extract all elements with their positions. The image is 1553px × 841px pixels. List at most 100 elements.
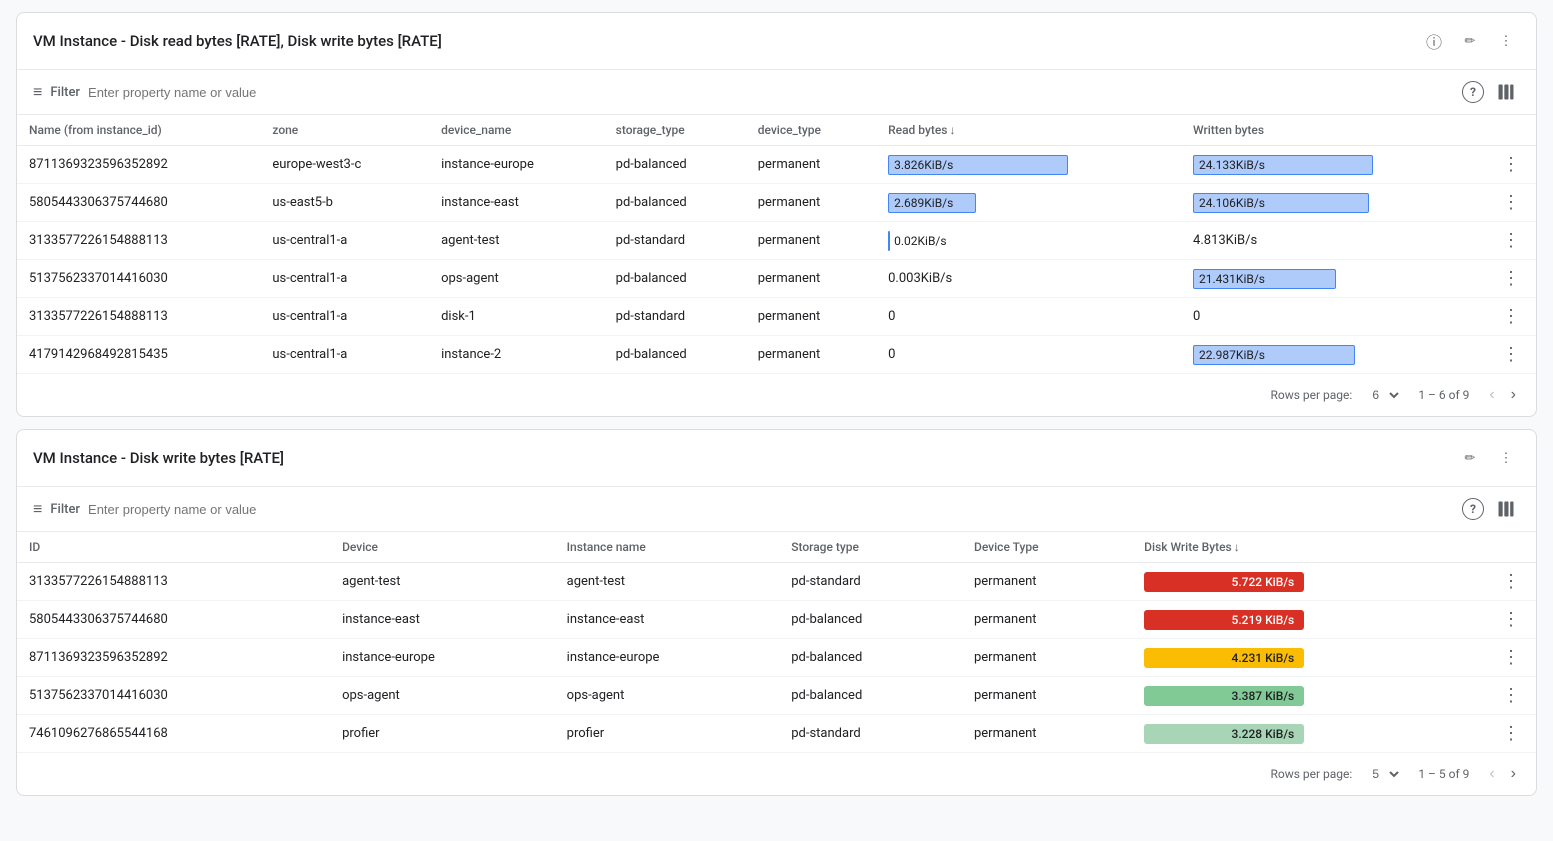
- cell2-disk-write-bytes: 3.228 KiB/s: [1132, 715, 1486, 753]
- cell-written-bytes: 4.813KiB/s: [1181, 222, 1486, 260]
- row-more-icon[interactable]: ⋮: [1498, 190, 1524, 215]
- cell2-more[interactable]: ⋮: [1486, 563, 1536, 601]
- row-more-icon2[interactable]: ⋮: [1498, 721, 1524, 746]
- cell2-more[interactable]: ⋮: [1486, 715, 1536, 753]
- cell-device-name: agent-test: [429, 222, 604, 260]
- row-more-icon2[interactable]: ⋮: [1498, 683, 1524, 708]
- row-more-icon[interactable]: ⋮: [1498, 342, 1524, 367]
- table-row: 7461096276865544168 profier profier pd-s…: [17, 715, 1536, 753]
- cell2-more[interactable]: ⋮: [1486, 677, 1536, 715]
- cell-read-bytes: 0.003KiB/s: [876, 260, 1181, 298]
- cell-device-name: disk-1: [429, 298, 604, 336]
- table-row: 4179142968492815435 us-central1-a instan…: [17, 336, 1536, 374]
- cell-storage-type: pd-standard: [604, 222, 746, 260]
- cell-name: 3133577226154888113: [17, 222, 260, 260]
- cell2-disk-write-bytes: 4.231 KiB/s: [1132, 639, 1486, 677]
- cell2-id: 5137562337014416030: [17, 677, 330, 715]
- row-more-icon[interactable]: ⋮: [1498, 304, 1524, 329]
- more-vert-icon2[interactable]: ⋮: [1492, 444, 1520, 472]
- cell2-device-type: permanent: [962, 677, 1132, 715]
- col-device-name: device_name: [429, 115, 604, 146]
- cell2-device: profier: [330, 715, 555, 753]
- columns-icon[interactable]: [1492, 78, 1520, 106]
- cell-more[interactable]: ⋮: [1486, 260, 1536, 298]
- cell2-instance-name: profier: [555, 715, 780, 753]
- panel2-pagination: Rows per page: 5 10 25 1 – 5 of 9 ‹ ›: [17, 753, 1536, 795]
- cell-written-bytes: 24.133KiB/s: [1181, 146, 1486, 184]
- next-page1[interactable]: ›: [1507, 382, 1520, 408]
- cell2-device-type: permanent: [962, 601, 1132, 639]
- cell-more[interactable]: ⋮: [1486, 222, 1536, 260]
- cell-more[interactable]: ⋮: [1486, 336, 1536, 374]
- panel1-header: VM Instance - Disk read bytes [RATE], Di…: [17, 13, 1536, 70]
- cell-zone: us-central1-a: [260, 260, 429, 298]
- cell-more[interactable]: ⋮: [1486, 184, 1536, 222]
- cell-device-type: permanent: [746, 184, 876, 222]
- cell2-more[interactable]: ⋮: [1486, 639, 1536, 677]
- panel2-filter-bar: ≡ Filter ?: [17, 487, 1536, 532]
- rows-select1[interactable]: 6 10 25: [1368, 387, 1402, 403]
- panel1-filter-bar: ≡ Filter ?: [17, 70, 1536, 115]
- cell2-storage-type: pd-standard: [779, 715, 962, 753]
- col-written-bytes: Written bytes: [1181, 115, 1486, 146]
- edit-icon2[interactable]: ✏: [1456, 444, 1484, 472]
- sort-down-icon: ↓: [949, 123, 955, 137]
- cell2-instance-name: instance-europe: [555, 639, 780, 677]
- cell-name: 3133577226154888113: [17, 298, 260, 336]
- row-more-icon2[interactable]: ⋮: [1498, 645, 1524, 670]
- table-row: 8711369323596352892 instance-europe inst…: [17, 639, 1536, 677]
- filter-input[interactable]: [88, 85, 1454, 100]
- prev-page2[interactable]: ‹: [1485, 761, 1498, 787]
- panel1-thead-row: Name (from instance_id) zone device_name…: [17, 115, 1536, 146]
- rows-per-page-select2[interactable]: 5 10 25: [1368, 766, 1402, 782]
- cell-more[interactable]: ⋮: [1486, 298, 1536, 336]
- cell-read-bytes: 2.689KiB/s: [876, 184, 1181, 222]
- filter-icon2: ≡: [33, 499, 42, 519]
- panel1: VM Instance - Disk read bytes [RATE], Di…: [16, 12, 1537, 417]
- more-vert-icon[interactable]: ⋮: [1492, 27, 1520, 55]
- filter-label: Filter: [50, 85, 80, 100]
- cell2-more[interactable]: ⋮: [1486, 601, 1536, 639]
- filter-input2[interactable]: [88, 502, 1454, 517]
- page-info2: 1 – 5 of 9: [1418, 767, 1469, 781]
- columns-icon2[interactable]: [1492, 495, 1520, 523]
- col2-storage-type: Storage type: [779, 532, 962, 563]
- cell-more[interactable]: ⋮: [1486, 146, 1536, 184]
- cell-read-bytes: 0: [876, 336, 1181, 374]
- cell2-disk-write-bytes: 5.722 KiB/s: [1132, 563, 1486, 601]
- row-more-icon2[interactable]: ⋮: [1498, 607, 1524, 632]
- col-name: Name (from instance_id): [17, 115, 260, 146]
- rows-per-page-select1[interactable]: 6 10 25: [1368, 387, 1402, 403]
- cell-storage-type: pd-standard: [604, 298, 746, 336]
- row-more-icon[interactable]: ⋮: [1498, 228, 1524, 253]
- prev-page1[interactable]: ‹: [1485, 382, 1498, 408]
- cell2-storage-type: pd-standard: [779, 563, 962, 601]
- cell-storage-type: pd-balanced: [604, 260, 746, 298]
- filter-actions: ?: [1462, 78, 1520, 106]
- row-more-icon2[interactable]: ⋮: [1498, 569, 1524, 594]
- col2-device: Device: [330, 532, 555, 563]
- col2-disk-write-bytes[interactable]: Disk Write Bytes ↓: [1132, 532, 1486, 563]
- cell-storage-type: pd-balanced: [604, 184, 746, 222]
- help-icon2[interactable]: ?: [1462, 498, 1484, 520]
- page-nav2: ‹ ›: [1485, 761, 1520, 787]
- filter-actions2: ?: [1462, 495, 1520, 523]
- row-more-icon[interactable]: ⋮: [1498, 152, 1524, 177]
- help-icon[interactable]: ?: [1462, 81, 1484, 103]
- cell-device-type: permanent: [746, 260, 876, 298]
- edit-icon[interactable]: ✏: [1456, 27, 1484, 55]
- cell2-disk-write-bytes: 3.387 KiB/s: [1132, 677, 1486, 715]
- cell-read-bytes: 3.826KiB/s: [876, 146, 1181, 184]
- next-page2[interactable]: ›: [1507, 761, 1520, 787]
- cell-zone: europe-west3-c: [260, 146, 429, 184]
- rows-per-page-label2: Rows per page:: [1270, 767, 1352, 781]
- table-row: 3133577226154888113 agent-test agent-tes…: [17, 563, 1536, 601]
- col-read-bytes[interactable]: Read bytes ↓: [876, 115, 1181, 146]
- cell2-device-type: permanent: [962, 639, 1132, 677]
- info-icon[interactable]: ⓘ: [1420, 27, 1448, 55]
- table-row: 5137562337014416030 us-central1-a ops-ag…: [17, 260, 1536, 298]
- rows-select2[interactable]: 5 10 25: [1368, 766, 1402, 782]
- cell-zone: us-central1-a: [260, 336, 429, 374]
- row-more-icon[interactable]: ⋮: [1498, 266, 1524, 291]
- cell2-instance-name: agent-test: [555, 563, 780, 601]
